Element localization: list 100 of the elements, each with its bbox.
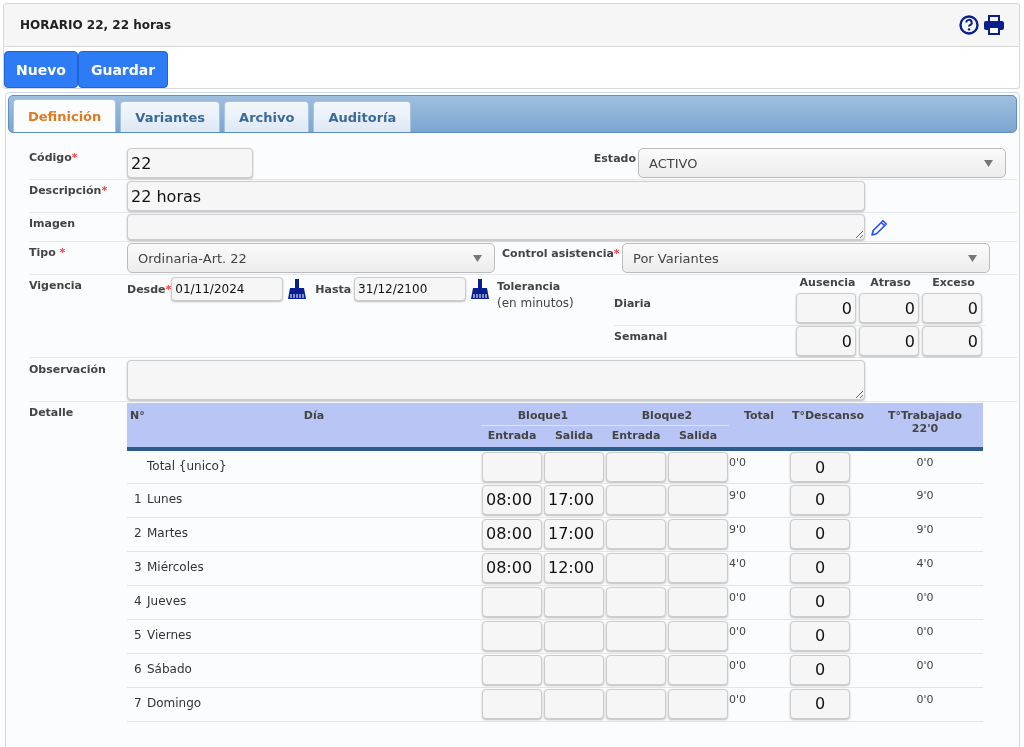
row-number: 6 [134,660,142,677]
column-header: Atraso [869,276,912,291]
number-field[interactable]: 0 [790,452,850,482]
time-field[interactable] [544,688,604,719]
field-label: Vigencia [29,279,82,292]
column-header: Día [147,403,481,449]
field-label: Tipo * [29,246,66,259]
column-header: Salida [667,425,729,449]
time-field[interactable] [606,620,666,651]
row-number: 3 [134,558,142,575]
time-field[interactable] [668,586,728,617]
total-cell: 9'0 [729,522,747,536]
select-field[interactable]: Ordinaria-Art. 22 [127,243,495,273]
worked-cell: 9'0 [916,488,934,502]
time-field[interactable] [482,620,542,651]
day-cell: Viernes [147,626,192,643]
tab[interactable]: Auditoría [313,101,412,132]
row-label: Diaria [614,296,652,312]
column-total: 22'0 [910,422,940,435]
time-field[interactable] [668,518,728,549]
broom-icon[interactable] [470,278,491,300]
time-field[interactable] [668,452,728,482]
window-title: HORARIO 22, 22 horas [20,18,172,32]
time-field[interactable] [668,654,728,685]
time-field[interactable] [544,586,604,617]
time-field[interactable] [482,654,542,685]
field-label: Tolerancia [497,280,562,293]
number-field[interactable]: 0 [796,326,856,356]
day-cell: Miércoles [147,558,204,575]
pencil-icon[interactable] [869,218,889,238]
row-number: 7 [134,694,142,711]
date-field[interactable]: 31/12/2100 [354,277,467,301]
time-field[interactable] [668,552,728,583]
number-field[interactable]: 0 [790,552,850,583]
time-field[interactable]: 08:00 [482,552,542,583]
number-field[interactable]: 0 [790,654,850,685]
number-field[interactable]: 0 [796,293,856,323]
caret-icon [984,159,993,167]
total-cell: 9'0 [729,488,747,502]
field-label: Hasta [315,282,352,296]
number-field[interactable]: 0 [790,586,850,617]
day-cell: Domingo [147,694,202,711]
printer-icon[interactable] [983,15,1005,35]
time-field[interactable] [482,586,542,617]
help-icon[interactable] [959,15,979,35]
time-field[interactable]: 17:00 [544,518,604,549]
select-field[interactable]: Por Variantes [622,243,990,273]
input-field[interactable]: 22 [127,148,253,178]
total-cell: 0'0 [729,658,747,672]
time-field[interactable]: 08:00 [482,484,542,515]
time-field[interactable] [606,452,666,482]
time-field[interactable] [606,484,666,515]
select-field[interactable]: ACTIVO [638,148,1006,178]
number-field[interactable]: 0 [790,484,850,515]
time-field[interactable]: 12:00 [544,552,604,583]
day-cell: Total {unico} [147,458,227,474]
worked-cell: 0'0 [916,590,934,604]
time-field[interactable] [544,654,604,685]
row-number: 5 [134,626,142,643]
number-field[interactable]: 0 [922,293,982,323]
time-field[interactable]: 17:00 [544,484,604,515]
worked-cell: 0'0 [916,692,934,706]
field-hint: (en minutos) [497,296,575,310]
toolbar-button[interactable]: Guardar [77,51,169,88]
tab[interactable]: Variantes [120,101,221,132]
broom-icon[interactable] [287,278,308,300]
time-field[interactable] [482,688,542,719]
time-field[interactable] [668,620,728,651]
time-field[interactable] [606,688,666,719]
column-header: Ausencia [798,276,857,291]
column-header: Total [729,403,789,449]
field-label: Imagen [29,217,76,230]
time-field[interactable] [606,654,666,685]
time-field[interactable] [668,688,728,719]
number-field[interactable]: 0 [859,326,919,356]
input-field[interactable]: 22 horas [127,181,865,211]
worked-cell: 0'0 [916,658,934,672]
number-field[interactable]: 0 [859,293,919,323]
number-field[interactable]: 0 [790,620,850,651]
number-field[interactable]: 0 [790,688,850,719]
input-field[interactable] [127,214,865,240]
time-field[interactable] [544,452,604,482]
toolbar-button[interactable]: Nuevo [4,51,78,88]
text-area[interactable] [127,360,865,400]
number-field[interactable]: 0 [790,518,850,549]
date-field[interactable]: 01/11/2024 [171,277,284,301]
time-field[interactable]: 08:00 [482,518,542,549]
column-header: T°Trabajado [886,409,964,422]
field-label: Detalle [29,406,74,419]
caret-icon [473,254,482,262]
time-field[interactable] [668,484,728,515]
number-field[interactable]: 0 [922,326,982,356]
time-field[interactable] [606,552,666,583]
time-field[interactable] [482,452,542,482]
time-field[interactable] [606,518,666,549]
time-field[interactable] [606,586,666,617]
time-field[interactable] [544,620,604,651]
tab[interactable]: Archivo [224,101,310,132]
total-cell: 0'0 [729,456,747,469]
field-label: Descripción* [29,184,108,197]
